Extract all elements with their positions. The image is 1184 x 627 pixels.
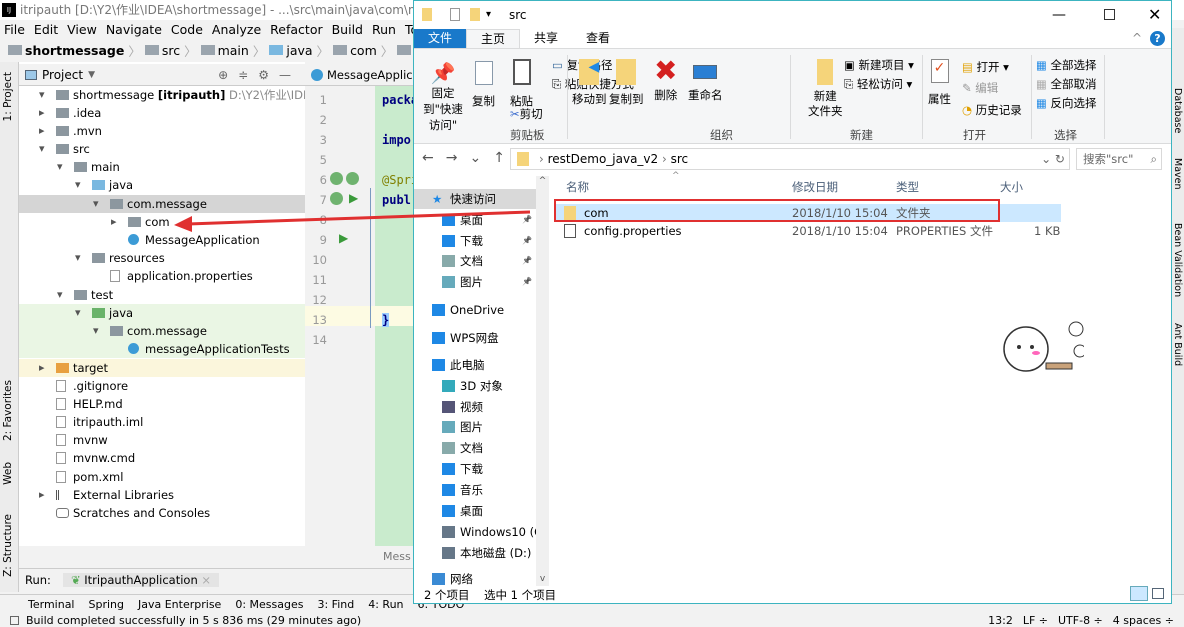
annotation-arrow: [174, 210, 531, 232]
